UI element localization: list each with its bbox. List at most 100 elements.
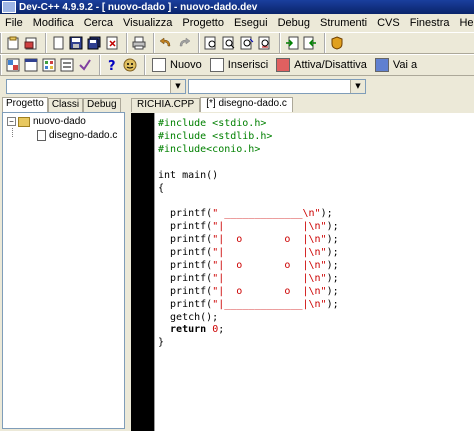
code-line: printf("| |\n"); (158, 247, 339, 258)
replace-icon[interactable] (220, 34, 238, 52)
edit-toolbar-group (153, 33, 195, 53)
code-line: printf("| |\n"); (158, 272, 339, 284)
preprocessor-directive: #include <stdlib.h> (158, 130, 273, 142)
code-line: int main() (158, 169, 219, 181)
tree-connector (12, 128, 13, 137)
secondary-toolbar: ? Nuovo Inserisci Attiva/Disattiva Vai a (0, 54, 474, 76)
app-icon (2, 1, 16, 13)
menu-esegui[interactable]: Esegui (229, 17, 273, 29)
code-line: printf(" _____________\n"); (158, 208, 333, 220)
about-icon[interactable] (121, 56, 139, 74)
goto-button[interactable]: Vai a (371, 56, 421, 74)
undo-icon[interactable] (157, 34, 175, 52)
print-icon[interactable] (130, 34, 148, 52)
help-icon[interactable]: ? (103, 56, 121, 74)
menu-progetto[interactable]: Progetto (177, 17, 229, 29)
preprocessor-directive: #include<conio.h> (158, 143, 261, 155)
tab-disegno-dado[interactable]: [*] disegno-dado.c (200, 97, 293, 112)
string-literal: "| o o |\n" (212, 285, 327, 297)
rebuild-icon[interactable] (58, 56, 76, 74)
menu-help[interactable]: Help (454, 17, 474, 29)
code-line: #include <stdio.h> (158, 117, 266, 130)
save-all-icon[interactable] (85, 34, 103, 52)
open-project-icon[interactable] (22, 34, 40, 52)
toggle-button[interactable]: Attiva/Disattiva (272, 56, 371, 74)
menu-cvs[interactable]: CVS (372, 17, 405, 29)
menu-strumenti[interactable]: Strumenti (315, 17, 372, 29)
tab-debug[interactable]: Debug (83, 98, 121, 112)
window-toolbar-group (279, 33, 321, 53)
folder-icon (18, 116, 30, 127)
close-file-icon[interactable] (103, 34, 121, 52)
code-editor[interactable]: #include <stdio.h> #include <stdlib.h> #in… (154, 113, 474, 431)
editor-tabs: RICHIA.CPP [*] disegno-dado.c (131, 97, 474, 112)
redo-icon[interactable] (175, 34, 193, 52)
chevron-down-icon[interactable]: ▼ (350, 79, 365, 93)
code-line: printf("| o o |\n"); (158, 259, 339, 271)
menu-visualizza[interactable]: Visualizza (118, 17, 177, 29)
class-toolbar-group: Nuovo Inserisci Attiva/Disattiva Vai a (144, 55, 423, 75)
preprocessor-directive: #include <stdio.h> (158, 118, 267, 129)
menu-modifica[interactable]: Modifica (28, 17, 79, 29)
find-next-icon[interactable] (238, 34, 256, 52)
code-line: getch(); (158, 311, 219, 323)
code-line: #include <stdlib.h> (158, 130, 272, 143)
tree-file-node[interactable]: disegno-dado.c (37, 130, 117, 141)
tree-project-node[interactable]: − nuovo-dado (7, 116, 86, 127)
goto-bookmark-icon (374, 58, 389, 72)
menu-cerca[interactable]: Cerca (79, 17, 118, 29)
new-project-icon[interactable] (4, 34, 22, 52)
code-line: return 0; (158, 324, 225, 336)
search-toolbar-group (198, 33, 276, 53)
string-literal: " _____________\n" (212, 208, 321, 220)
file-icon (37, 130, 46, 141)
string-literal: "|_____________|\n" (212, 298, 327, 310)
debug-check-icon[interactable] (76, 56, 94, 74)
project-panel: Progetto Classi Debug − nuovo-dado diseg… (0, 97, 127, 431)
compile-run-icon[interactable] (40, 56, 58, 74)
compile-icon[interactable] (4, 56, 22, 74)
code-line: #include<conio.h> (158, 143, 260, 156)
toggle-bookmark-icon (276, 58, 291, 72)
project-panel-tabs: Progetto Classi Debug (0, 97, 127, 112)
tab-classi[interactable]: Classi (47, 98, 84, 112)
project-options-icon[interactable] (328, 34, 346, 52)
add-to-project-icon[interactable] (283, 34, 301, 52)
string-literal: "| o o |\n" (212, 234, 327, 246)
svg-text:?: ? (108, 59, 116, 72)
insert-icon (209, 58, 224, 72)
code-line: printf("| o o |\n"); (158, 285, 339, 297)
help-toolbar-group: ? (99, 55, 141, 75)
project-toolbar-group (0, 33, 42, 53)
string-literal: "| |\n" (212, 247, 327, 258)
menu-bar: File Modifica Cerca Visualizza Progetto … (0, 14, 474, 31)
compile-toolbar-group (0, 55, 96, 75)
code-line: } (158, 337, 165, 349)
tab-progetto[interactable]: Progetto (2, 97, 48, 112)
goto-line-icon[interactable] (256, 34, 274, 52)
tab-richia-cpp[interactable]: RICHIA.CPP (131, 98, 201, 112)
new-class-icon (152, 58, 166, 72)
menu-file[interactable]: File (0, 17, 28, 29)
remove-from-project-icon[interactable] (301, 34, 319, 52)
insert-button[interactable]: Inserisci (206, 56, 272, 74)
menu-finestra[interactable]: Finestra (405, 17, 455, 29)
string-literal: "| |\n" (212, 272, 327, 284)
run-icon[interactable] (22, 56, 40, 74)
string-literal: "| o o |\n" (212, 259, 327, 271)
collapse-icon[interactable]: − (7, 117, 16, 126)
new-file-icon[interactable] (49, 34, 67, 52)
class-browser-combo[interactable]: ▼ (6, 78, 186, 94)
print-toolbar-group (126, 33, 150, 53)
class-combo-row: ▼ ▼ (0, 77, 474, 95)
string-literal: "| |\n" (212, 221, 327, 233)
window-title: Dev-C++ 4.9.9.2 - [ nuovo-dado ] - nuovo… (19, 1, 258, 13)
chevron-down-icon[interactable]: ▼ (170, 79, 185, 93)
save-icon[interactable] (67, 34, 85, 52)
find-icon[interactable] (202, 34, 220, 52)
project-tree: − nuovo-dado disegno-dado.c (2, 112, 125, 429)
code-line: printf("| |\n"); (158, 221, 339, 233)
menu-debug[interactable]: Debug (273, 17, 315, 29)
new-button[interactable]: Nuovo (148, 56, 206, 74)
member-browser-combo[interactable]: ▼ (188, 78, 366, 94)
